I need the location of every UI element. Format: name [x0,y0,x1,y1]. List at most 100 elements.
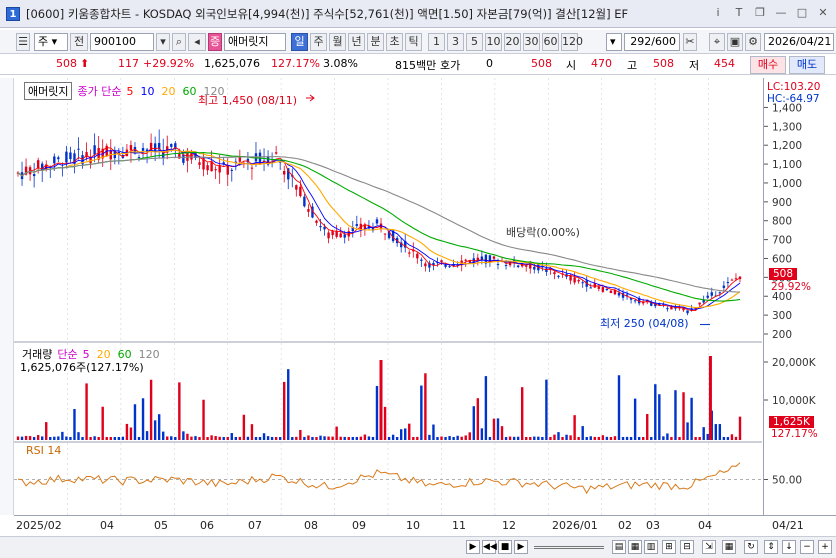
candle-body [303,196,306,207]
volume-bar [315,436,318,440]
stop-icon[interactable]: ■ [498,540,512,554]
low-value: 454 [714,57,735,70]
refresh-icon[interactable]: ↻ [744,540,758,554]
volume-bar [637,436,641,440]
volume-bar [480,428,484,440]
volume-bar [500,426,504,440]
date-input[interactable]: 2026/04/21 [764,33,834,51]
tab-period-5[interactable]: 초 [386,33,403,51]
tab-period-6[interactable]: 틱 [405,33,422,51]
ma-period-20: 20 [161,84,176,98]
candle-body [424,263,427,267]
volume-bar [464,435,467,440]
search-icon[interactable]: ⌕ [172,33,186,51]
volume-bar [694,437,697,440]
stock-code-input[interactable]: 900100 [90,33,154,51]
code-dropdown-icon[interactable]: ▾ [156,33,170,51]
volume-bar [45,422,48,440]
crosshair-icon[interactable]: ⌖ [709,33,725,51]
scroll-down-icon[interactable]: ↓ [782,540,796,554]
interval-button-30[interactable]: 30 [523,33,540,51]
candle-body [464,259,467,261]
fit-icon[interactable]: ⇕ [764,540,778,554]
scroll-slider[interactable] [534,546,604,549]
volume-bar [206,437,209,440]
volume-last-badge: 1,625K [769,416,814,428]
restore-icon[interactable]: ❐ [753,6,767,20]
volume-bar [121,436,125,440]
text-icon[interactable]: T [732,6,746,20]
tab-period-4[interactable]: 분 [367,33,384,51]
interval-button-20[interactable]: 20 [504,33,521,51]
layout-icon-1[interactable]: ▤ [612,540,626,554]
tab-period-2[interactable]: 월 [329,33,346,51]
grid-icon[interactable]: ▦ [722,540,736,554]
volume-bar [678,436,681,440]
layout-icon-3[interactable]: ▥ [644,540,658,554]
volume-bar [738,416,742,440]
ask-label: 호가 [440,59,461,72]
volume-bar [194,436,197,440]
x-axis-label: 2026/01 [552,519,598,532]
volume-bar [416,436,419,440]
interval-button-3[interactable]: 3 [447,33,464,51]
rsi-panel-name[interactable]: RSI 14 [26,444,61,457]
minimize-icon[interactable]: — [774,6,788,20]
rewind-icon[interactable]: ◀◀ [482,540,497,554]
high-label: 고 [627,59,638,72]
buy-button[interactable]: 매수 [750,56,786,74]
volume-bar [585,436,588,440]
sell-button[interactable]: 매도 [789,56,825,74]
interval-button-1[interactable]: 1 [428,33,445,51]
candle-body [198,162,201,165]
candle-body [420,259,423,261]
interval-button-10[interactable]: 10 [485,33,502,51]
settings-icon[interactable]: ⚙ [745,33,761,51]
volume-bar [278,436,282,440]
maximize-icon[interactable]: □ [795,6,809,20]
range-input[interactable]: 292/600 [624,33,680,51]
chart-canvas[interactable] [14,78,762,515]
volume-bar [621,437,625,440]
volume-bar [254,436,258,440]
candle-body [408,252,411,254]
zoom-out-icon[interactable]: − [800,540,814,554]
layout-icon-5[interactable]: ⊟ [680,540,694,554]
interval-button-120[interactable]: 120 [561,33,583,51]
prev-button[interactable]: 전 [70,33,88,51]
volume-bar [569,435,572,440]
volume-bar [533,436,536,440]
chart-area[interactable] [14,78,762,515]
play-icon[interactable]: ▶ [466,540,480,554]
axis-canvas: 1,4001,3001,2001,1001,000900800700600500… [764,102,817,487]
help-icon[interactable]: i [711,6,725,20]
volume-bar [432,424,435,440]
tab-period-1[interactable]: 주 [310,33,327,51]
zoom-icon[interactable]: ✂ [683,33,697,51]
price-panel-name[interactable]: 애머릿지 [24,82,73,100]
speaker-icon[interactable]: ◂ [188,33,206,51]
zoom-in-icon[interactable]: + [818,540,832,554]
interval-button-5[interactable]: 5 [466,33,483,51]
list-icon[interactable]: ☰ [16,33,30,51]
volume-bar [468,432,471,440]
interval-dropdown-icon[interactable]: ▾ [606,33,622,51]
save-icon[interactable]: ▣ [727,33,743,51]
volume-bar [424,373,427,440]
candle-body [65,151,68,163]
candle-body [327,232,330,239]
market-select[interactable]: 주 ▾ [34,33,68,51]
tab-period-3[interactable]: 년 [348,33,365,51]
interval-button-60[interactable]: 60 [542,33,559,51]
volume-bar [291,437,294,440]
layout-icon-4[interactable]: ⊞ [662,540,676,554]
volume-bar [605,436,609,440]
layout-icon-2[interactable]: ▦ [628,540,642,554]
tab-period-0[interactable]: 일 [291,33,308,51]
forward-icon[interactable]: ▶ [514,540,528,554]
volume-bar [331,436,334,440]
tool-icon[interactable]: ⇲ [702,540,716,554]
right-axis: 1,4001,3001,2001,1001,000900800700600500… [763,78,836,515]
close-icon[interactable]: ✕ [816,6,830,20]
volume-bar [537,436,540,440]
